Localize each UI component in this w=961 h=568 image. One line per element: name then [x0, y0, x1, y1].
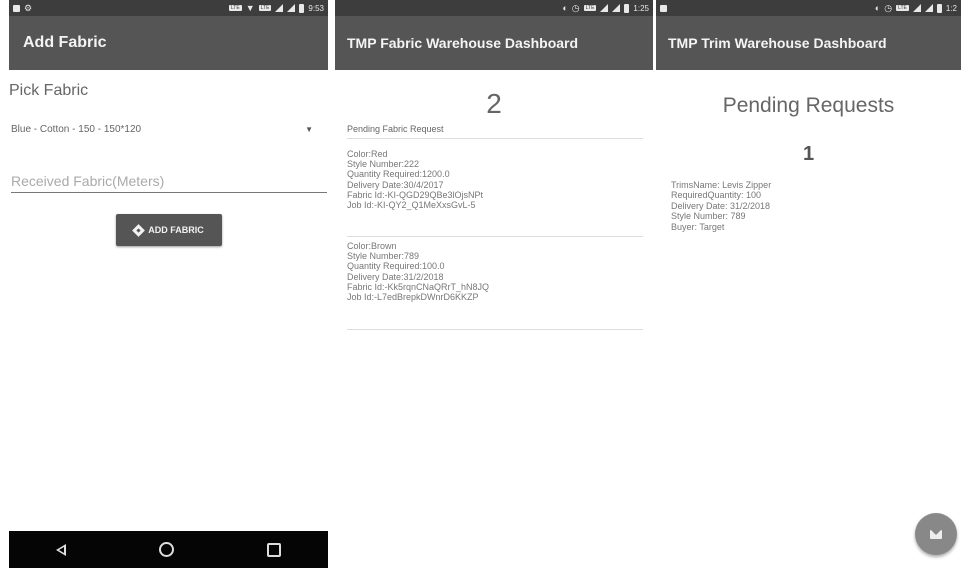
signal-icon — [600, 4, 609, 12]
add-fabric-screen: ⚙ LTE ▼ LTE 9:53 Add Fabric Pick Fabric … — [9, 0, 328, 568]
signal-icon — [612, 4, 621, 12]
status-bar: ⚙ LTE ▼ LTE 9:53 — [9, 0, 328, 16]
notification-icon — [660, 4, 667, 12]
signal-icon — [912, 4, 921, 12]
clock: 1:25 — [633, 3, 649, 13]
email-fab-button[interactable] — [915, 513, 957, 555]
status-bar: ◐ ◷ LTE 1:2 — [656, 0, 961, 16]
request-color: Color:Red — [347, 149, 388, 159]
request-color: Color:Brown — [347, 241, 397, 251]
request-delivery-date: Delivery Date:30/4/2017 — [347, 179, 444, 190]
request-quantity: Quantity Required:1200.0 — [347, 169, 450, 180]
back-icon[interactable] — [55, 543, 66, 556]
list-item[interactable]: Color:Red Style Number:222 Quantity Requ… — [347, 149, 483, 210]
list-item[interactable]: TrimsName: Levis Zipper RequiredQuantity… — [671, 180, 771, 232]
volte-icon: LTE — [228, 5, 242, 11]
pending-requests-title: Pending Requests — [722, 94, 895, 117]
request-job-id: Job Id:-KI-QY2_Q1MeXxsGvL-5 — [347, 200, 476, 211]
clock: 9:53 — [308, 3, 324, 13]
email-icon — [930, 529, 942, 539]
add-diamond-icon — [132, 223, 146, 237]
battery-icon — [299, 3, 305, 13]
app-bar-title: Add Fabric — [9, 16, 328, 70]
wifi-icon: ▼ — [245, 2, 255, 13]
pending-count: 1 — [802, 143, 815, 165]
request-fabric-id: Fabric Id:-KI-QGD29QBe3lOjsNPt — [347, 189, 484, 200]
trim-buyer: Buyer: Target — [671, 221, 725, 232]
request-style: Style Number:222 — [347, 159, 420, 170]
status-bar: ◐ ◷ LTE 1:25 — [335, 0, 653, 16]
signal-icon — [287, 4, 296, 12]
trim-quantity: RequiredQuantity: 100 — [671, 190, 762, 201]
home-icon[interactable] — [158, 542, 174, 557]
fabric-spinner[interactable]: Blue - Cotton - 150 - 150*120 ▼ — [11, 124, 317, 140]
pending-count: 2 — [486, 88, 502, 119]
sync-icon: ◐ — [874, 2, 881, 13]
alarm-icon: ◷ — [571, 2, 580, 13]
signal-icon — [275, 4, 284, 12]
navigation-bar — [9, 531, 328, 568]
signal-icon — [924, 4, 933, 12]
trim-dashboard-screen: ◐ ◷ LTE 1:2 TMP Trim Warehouse Dashboard… — [656, 0, 961, 568]
sync-icon: ◐ — [562, 2, 568, 13]
request-style: Style Number:789 — [347, 251, 420, 262]
divider — [347, 236, 643, 237]
add-fabric-button[interactable]: ADD FABRIC — [116, 214, 222, 246]
list-item[interactable]: Color:Brown Style Number:789 Quantity Re… — [347, 241, 489, 302]
clock: 1:2 — [945, 3, 957, 13]
pick-fabric-label: Pick Fabric — [9, 82, 89, 99]
alarm-icon: ◷ — [884, 2, 893, 13]
app-bar-title: TMP Trim Warehouse Dashboard — [656, 16, 961, 70]
battery-icon — [624, 3, 630, 13]
request-delivery-date: Delivery Date:31/2/2018 — [347, 271, 444, 282]
fabric-spinner-value: Blue - Cotton - 150 - 150*120 — [11, 124, 142, 135]
notification-icon — [13, 4, 20, 12]
received-fabric-input[interactable] — [11, 170, 327, 193]
settings-icon: ⚙ — [24, 2, 33, 13]
trim-style-number: Style Number: 789 — [671, 211, 746, 222]
divider — [347, 138, 643, 139]
volte-icon: LTE — [583, 5, 597, 11]
add-fabric-button-label: ADD FABRIC — [148, 225, 204, 235]
divider — [347, 329, 643, 330]
recents-icon[interactable] — [267, 542, 282, 557]
lte-icon: LTE — [258, 5, 272, 11]
fabric-dashboard-screen: ◐ ◷ LTE 1:25 TMP Fabric Warehouse Dashbo… — [335, 0, 653, 568]
battery-icon — [936, 3, 942, 13]
dropdown-arrow-icon: ▼ — [305, 125, 313, 134]
request-fabric-id: Fabric Id:-Kk5rqnCNaQRrT_hN8JQ — [347, 281, 490, 292]
request-quantity: Quantity Required:100.0 — [347, 261, 445, 272]
app-bar-title: TMP Fabric Warehouse Dashboard — [335, 16, 653, 70]
trim-name: TrimsName: Levis Zipper — [671, 180, 772, 190]
request-job-id: Job Id:-L7edBrepkDWnrD6KKZP — [347, 292, 479, 303]
section-title: Pending Fabric Request — [347, 124, 444, 134]
volte-icon: LTE — [896, 5, 909, 11]
trim-delivery-date: Delivery Date: 31/2/2018 — [671, 200, 771, 211]
